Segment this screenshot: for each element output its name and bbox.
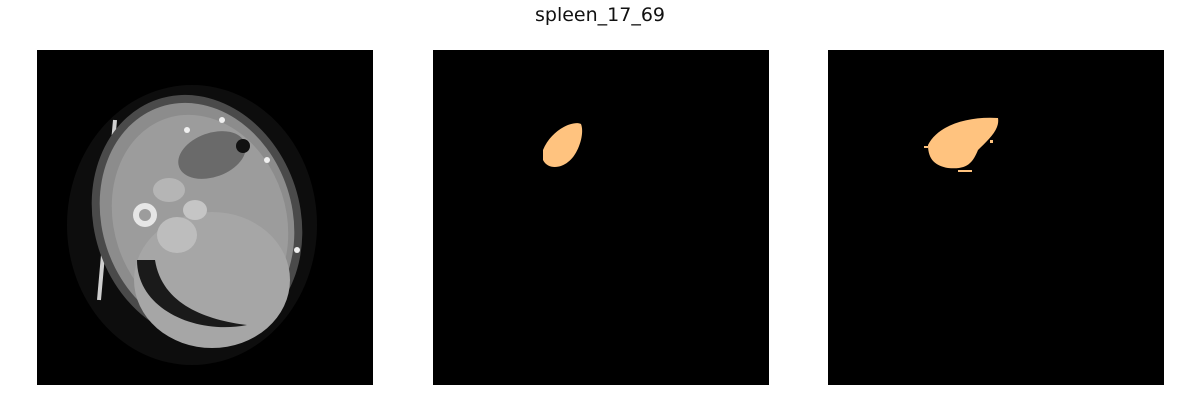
ct-scan-panel bbox=[37, 50, 373, 385]
figure-title: spleen_17_69 bbox=[534, 4, 665, 26]
ground-truth-mask bbox=[433, 50, 769, 385]
ground-truth-mask-panel bbox=[433, 50, 769, 385]
predicted-mask-panel bbox=[828, 50, 1164, 385]
predicted-mask bbox=[828, 50, 1164, 385]
ct-scan-image bbox=[37, 50, 373, 385]
